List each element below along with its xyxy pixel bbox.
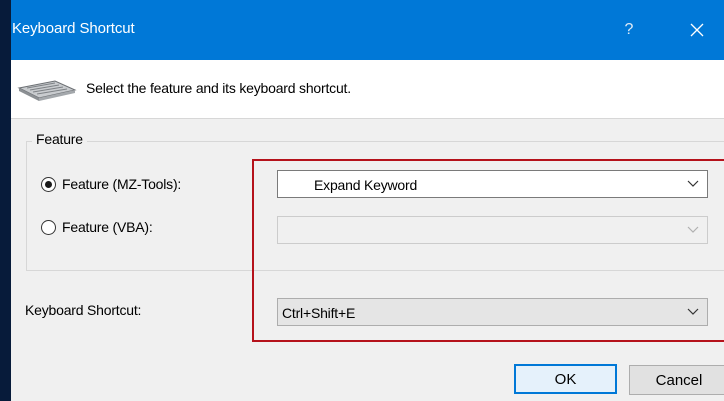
window-title: Keyboard Shortcut [12,20,135,37]
radio-feature-vba[interactable]: Feature (VBA): [41,219,153,235]
feature-group-legend: Feature [32,131,87,147]
keyboard-shortcut-dialog: Keyboard Shortcut ? Select the feature a… [11,0,724,401]
keyboard-icon [17,80,77,101]
keyboard-shortcut-value: Ctrl+Shift+E [282,305,356,321]
header-separator [11,118,724,119]
title-bar[interactable]: Keyboard Shortcut ? [11,0,724,60]
feature-groupbox [26,141,724,271]
instruction-text: Select the feature and its keyboard shor… [86,80,351,96]
radio-feature-mztools[interactable]: Feature (MZ-Tools): [41,176,181,192]
help-icon: ? [624,21,634,38]
ok-button[interactable]: OK [514,364,617,394]
keyboard-shortcut-label: Keyboard Shortcut: [25,302,142,318]
vba-feature-dropdown [277,216,708,244]
chevron-down-icon [687,180,699,187]
radio-button-checked[interactable] [41,176,56,192]
close-button[interactable] [677,12,717,48]
mztools-feature-dropdown[interactable]: Expand Keyword [277,170,708,198]
radio-feature-vba-label: Feature (VBA): [62,219,153,235]
help-button[interactable]: ? [609,12,649,48]
radio-button-unchecked[interactable] [41,219,56,235]
radio-feature-mztools-label: Feature (MZ-Tools): [62,176,182,192]
keyboard-shortcut-dropdown[interactable]: Ctrl+Shift+E [277,298,708,326]
mztools-feature-value: Expand Keyword [314,177,418,193]
chevron-down-icon [687,226,699,233]
close-icon [690,23,704,37]
chevron-down-icon [687,308,699,315]
cancel-button[interactable]: Cancel [629,365,724,395]
